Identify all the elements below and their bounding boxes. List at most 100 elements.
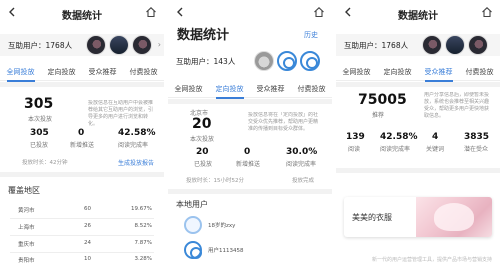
tab-targeted[interactable]: 定向投放 bbox=[48, 63, 76, 81]
tab-paid[interactable]: 付费投放 bbox=[298, 80, 326, 98]
stat-value: 0 bbox=[244, 147, 251, 157]
tab-overall[interactable]: 全网投放 bbox=[6, 63, 35, 82]
tab-audience[interactable]: 受众推荐 bbox=[424, 63, 453, 82]
user-row[interactable]: 互助用户：1768人 bbox=[336, 34, 500, 56]
user-count: 互助用户：1768人 bbox=[8, 40, 73, 50]
stat-label: 已投放 bbox=[30, 142, 49, 149]
home-icon bbox=[314, 7, 324, 18]
count-cell: 26 bbox=[84, 223, 91, 229]
city-cell: 重庆市 bbox=[18, 242, 35, 248]
footer-note: 新一代的用户运营管理工具，提供产品市场与营销支持 bbox=[372, 257, 493, 263]
avatar-group bbox=[254, 51, 320, 71]
stat-label: 潜在受众 bbox=[464, 146, 489, 153]
avatar-group bbox=[422, 35, 488, 55]
avatar bbox=[109, 35, 129, 55]
stat-value: 20 bbox=[196, 147, 209, 157]
avatar bbox=[445, 35, 465, 55]
table-row: 上海市 26 8.52% bbox=[18, 223, 154, 233]
stat-value: 139 bbox=[346, 132, 365, 142]
tab-targeted[interactable]: 定向投放 bbox=[384, 63, 412, 81]
content-card[interactable]: 美美的衣服 bbox=[344, 197, 492, 237]
divider bbox=[336, 82, 500, 87]
avatar bbox=[254, 51, 274, 71]
card-image bbox=[416, 197, 492, 237]
city-cell: 贵阳市 bbox=[18, 258, 35, 264]
metric-description: 投放信息将在「定向投放」的社交受众优先推荐，帮助用户更精准的传播到目标受众群体。 bbox=[248, 112, 319, 132]
count-cell: 60 bbox=[84, 206, 91, 212]
main-metric-value: 20 bbox=[192, 116, 212, 132]
divider bbox=[336, 168, 500, 173]
row-divider bbox=[10, 235, 154, 236]
user-name: 18岁的zxy bbox=[208, 223, 236, 229]
top-bar: 数据统计 bbox=[336, 0, 500, 26]
stat-value: 0 bbox=[78, 128, 85, 138]
main-metric-label: 推荐 bbox=[372, 112, 385, 119]
stat-label: 新增推送 bbox=[70, 142, 95, 149]
tab-paid[interactable]: 付费投放 bbox=[130, 63, 158, 81]
home-button[interactable] bbox=[481, 6, 493, 18]
stat-value: 42.58% bbox=[380, 132, 418, 142]
tab-bar: 全网投放 定向投放 受众推荐 付费投放 bbox=[0, 63, 164, 82]
back-button[interactable] bbox=[174, 5, 186, 19]
local-users-title: 本地用户 bbox=[176, 200, 208, 209]
avatar bbox=[184, 241, 202, 259]
stat-label: 新增推送 bbox=[236, 161, 261, 168]
divider bbox=[168, 189, 332, 194]
user-count: 互助用户：1768人 bbox=[344, 40, 409, 50]
count-cell: 10 bbox=[84, 256, 91, 262]
divider bbox=[0, 82, 164, 87]
user-count: 互助用户：143人 bbox=[176, 56, 236, 66]
home-icon bbox=[482, 7, 492, 18]
stat-label: 已投放 bbox=[194, 161, 213, 168]
status-done: 投放完成 bbox=[292, 178, 315, 184]
list-item[interactable]: 用户1113458 bbox=[168, 239, 332, 261]
divider bbox=[168, 99, 332, 104]
tab-bar: 全网投放 定向投放 受众推荐 付费投放 bbox=[168, 80, 332, 99]
stat-label: 阅读完成率 bbox=[286, 161, 317, 168]
tab-paid[interactable]: 付费投放 bbox=[466, 63, 494, 81]
avatar bbox=[132, 35, 152, 55]
home-button[interactable] bbox=[313, 6, 325, 18]
screen-overall-placement: 数据统计 互助用户：1768人 › 全网投放 定向投放 受众推荐 付费投放 30… bbox=[0, 0, 164, 266]
main-metric-value: 75005 bbox=[358, 92, 407, 108]
table-row: 贵阳市 10 3.28% bbox=[18, 256, 154, 266]
user-row[interactable]: 互助用户：1768人 › bbox=[0, 34, 164, 56]
tab-bar: 全网投放 定向投放 受众推荐 付费投放 bbox=[336, 63, 500, 82]
divider bbox=[0, 172, 164, 177]
report-link[interactable]: 生成投放报告 bbox=[118, 158, 154, 167]
page-title: 数据统计 bbox=[62, 11, 102, 22]
page-title: 数据统计 bbox=[177, 28, 230, 43]
screen-audience-recommend: 数据统计 互助用户：1768人 全网投放 定向投放 受众推荐 付费投放 7500… bbox=[336, 0, 500, 266]
row-divider bbox=[10, 252, 154, 253]
avatar bbox=[277, 51, 297, 71]
page-title: 数据统计 bbox=[398, 11, 438, 22]
home-icon bbox=[146, 7, 156, 18]
avatar bbox=[468, 35, 488, 55]
duration: 投放时长：42分钟 bbox=[22, 160, 68, 166]
tab-overall[interactable]: 全网投放 bbox=[175, 80, 203, 98]
stat-value: 42.58% bbox=[118, 128, 156, 138]
list-item[interactable]: 18岁的zxy bbox=[168, 214, 332, 236]
user-row[interactable]: 互助用户：143人 bbox=[168, 50, 332, 72]
duration: 投放时长：15小时52分 bbox=[186, 178, 244, 184]
top-bar: 数据统计 bbox=[0, 0, 164, 26]
avatar bbox=[300, 51, 320, 71]
stat-label: 阅读完成率 bbox=[118, 142, 149, 149]
avatar bbox=[86, 35, 106, 55]
home-button[interactable] bbox=[145, 6, 157, 18]
pct-cell: 8.52% bbox=[134, 223, 152, 229]
user-name: 用户1113458 bbox=[208, 248, 244, 254]
tab-overall[interactable]: 全网投放 bbox=[343, 63, 371, 81]
history-link[interactable]: 历史 bbox=[304, 30, 318, 40]
table-row: 黄河市 60 19.67% bbox=[18, 206, 154, 216]
metric-description: 用户分享信息后，即使暂未投放，系统也会推荐至相关兴趣受众，帮助更多用户更快地获取… bbox=[424, 92, 490, 119]
tab-audience[interactable]: 受众推荐 bbox=[89, 63, 117, 81]
chevron-right-icon: › bbox=[157, 40, 161, 49]
metric-description: 投放信息在互助用户中会被推荐给其它互助用户的浏览，引导更多的用户进行浏览和转化。 bbox=[88, 100, 154, 127]
tab-targeted[interactable]: 定向投放 bbox=[215, 80, 244, 99]
stat-label: 阅读 bbox=[348, 146, 361, 153]
count-cell: 24 bbox=[84, 240, 91, 246]
row-divider bbox=[10, 218, 154, 219]
avatar bbox=[184, 216, 202, 234]
tab-audience[interactable]: 受众推荐 bbox=[257, 80, 285, 98]
